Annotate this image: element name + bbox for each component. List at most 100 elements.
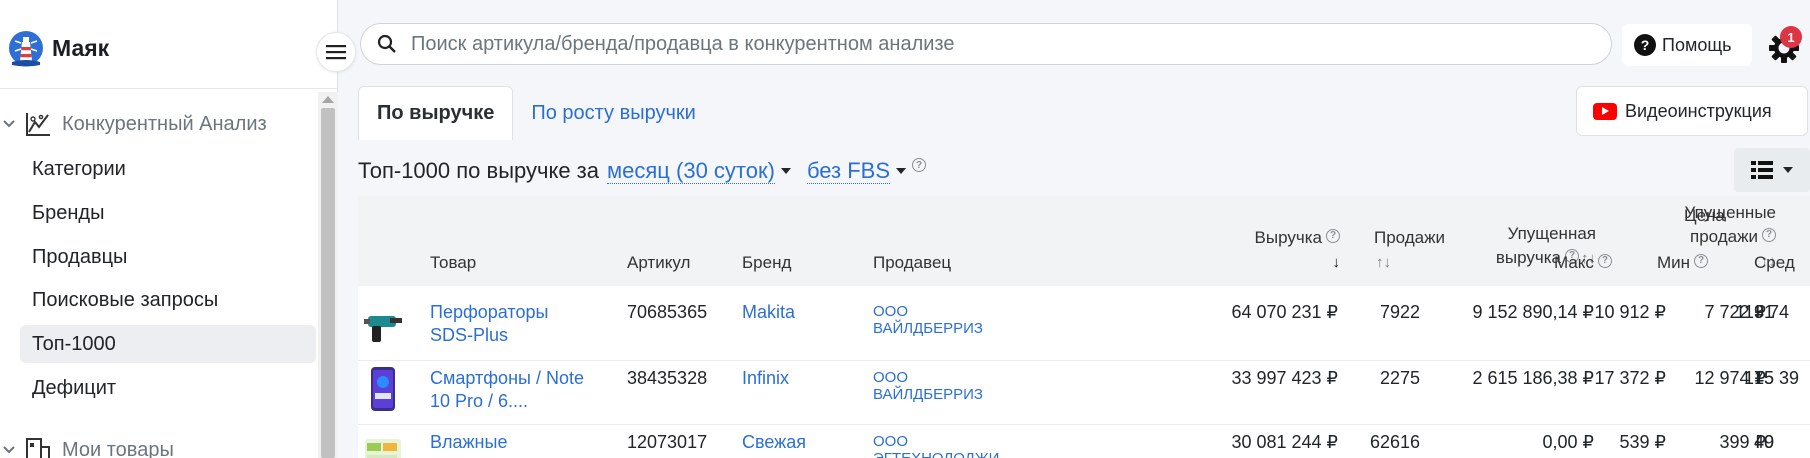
price-avg-cell: 9 74: [1754, 302, 1790, 322]
sidebar-item-top-1000[interactable]: Топ-1000: [20, 325, 316, 363]
brand-link[interactable]: Makita: [742, 301, 795, 324]
row-divider: [358, 360, 1810, 361]
tab-by-revenue[interactable]: По выручке: [358, 86, 514, 140]
question-icon[interactable]: ?: [1326, 229, 1340, 243]
box-icon: [24, 436, 52, 458]
column-header-price-max[interactable]: Макс?: [1554, 251, 1612, 275]
wet-wipes-product-image: [365, 439, 401, 458]
product-thumbnail[interactable]: [362, 303, 404, 349]
product-thumbnail[interactable]: [362, 430, 404, 458]
sidebar-item-sellers[interactable]: Продавцы: [20, 238, 316, 276]
sidebar-item-search-queries[interactable]: Поисковые запросы: [20, 281, 316, 319]
column-header-label: Мин: [1657, 253, 1691, 272]
column-header-product[interactable]: Товар: [430, 251, 476, 275]
product-name-line: 10 Pro / 6....: [430, 391, 529, 411]
column-header-brand[interactable]: Бренд: [742, 251, 791, 275]
view-toggle-button[interactable]: [1734, 148, 1810, 192]
brand-link[interactable]: Свежая: [742, 431, 806, 454]
question-icon[interactable]: ?: [912, 158, 927, 172]
drill-product-image: [364, 316, 402, 342]
page-title: Топ-1000 по выручке за месяц (30 суток) …: [358, 156, 927, 186]
column-header-seller[interactable]: Продавец: [873, 251, 951, 275]
chevron-down-icon: [2, 445, 18, 455]
youtube-icon: [1593, 102, 1617, 120]
sales-cell: 62616: [1369, 432, 1420, 452]
seller-link[interactable]: ООО ЭГТЕХНОЛОДЖИ: [873, 433, 999, 458]
price-avg-cell: 49: [1754, 432, 1775, 452]
scrollbar-thumb[interactable]: [321, 108, 335, 458]
fbs-dropdown[interactable]: без FBS: [806, 158, 891, 184]
price-min-cell: 12 974 ₽: [1694, 368, 1766, 388]
chevron-down-icon[interactable]: [780, 168, 791, 174]
brand[interactable]: Маяк: [8, 26, 109, 70]
sort-icon[interactable]: ↑↓: [1376, 251, 1391, 275]
column-header-price-avg[interactable]: Сред: [1754, 251, 1795, 275]
price-avg-cell: 15 39: [1754, 368, 1800, 388]
tab-by-revenue-growth[interactable]: По росту выручки: [513, 86, 713, 140]
column-header-label: продажи: [1690, 227, 1758, 246]
price-min-cell: 399 ₽: [1719, 432, 1767, 452]
product-link[interactable]: Влажные: [430, 431, 507, 454]
sidebar-item-brands[interactable]: Бренды: [20, 194, 316, 232]
top-products-table: Товар Артикул Бренд Продавец Выручка? ↓ …: [358, 196, 1810, 458]
article-cell: 12073017: [627, 432, 708, 452]
chevron-down-icon[interactable]: [896, 168, 907, 174]
seller-link[interactable]: ООО ВАЙЛДБЕРРИЗ: [873, 369, 983, 403]
price-max-cell: 539 ₽: [1619, 432, 1667, 452]
article-cell: 70685365: [627, 302, 708, 322]
sidebar-item-deficit[interactable]: Дефицит: [20, 369, 316, 407]
period-dropdown[interactable]: месяц (30 суток): [607, 158, 775, 184]
row-divider: [358, 424, 1810, 425]
sidebar-section-my-goods[interactable]: Мои товары: [0, 432, 316, 458]
brand-name: Маяк: [52, 34, 110, 61]
menu-toggle-button[interactable]: [316, 32, 356, 72]
product-link[interactable]: Смартфоны / Note 10 Pro / 6....: [430, 367, 584, 413]
scroll-up-arrow-icon[interactable]: [322, 96, 334, 103]
product-link[interactable]: Перфораторы SDS-Plus: [430, 301, 548, 347]
sort-desc-icon[interactable]: ↓: [1333, 251, 1341, 275]
column-group-price: Цена: [1684, 206, 1725, 225]
sales-cell: 7922: [1379, 302, 1420, 322]
sidebar-section-analysis[interactable]: Конкурентный Анализ: [0, 106, 316, 142]
search-icon: [377, 34, 396, 53]
help-button[interactable]: ? Помощь: [1622, 24, 1752, 66]
seller-link[interactable]: ООО ВАЙЛДБЕРРИЗ: [873, 303, 983, 337]
sidebar-scrollbar[interactable]: [318, 92, 338, 458]
column-header-label: Макс: [1554, 253, 1594, 272]
brand-link[interactable]: Infinix: [742, 367, 789, 390]
chevron-down-icon: [2, 119, 18, 129]
article-cell: 38435328: [627, 368, 708, 388]
product-name-line: SDS-Plus: [430, 325, 509, 345]
column-header-article[interactable]: Артикул: [627, 251, 690, 275]
seller-name-line: ООО: [873, 303, 909, 320]
question-icon[interactable]: ?: [1597, 254, 1612, 268]
question-icon[interactable]: ?: [1694, 254, 1709, 268]
search-bar: [360, 23, 1612, 65]
question-icon: ?: [1634, 34, 1656, 56]
sidebar: Маяк Конкурентный Анализ Категории Бренд…: [0, 0, 338, 458]
chevron-down-icon: [1783, 167, 1793, 173]
price-max-cell: 10 912 ₽: [1594, 302, 1666, 322]
column-header-label: выручка: [1495, 248, 1561, 267]
question-icon[interactable]: ?: [1762, 228, 1776, 242]
search-input[interactable]: [411, 32, 1561, 56]
product-thumbnail[interactable]: [362, 366, 404, 412]
column-header-revenue[interactable]: Выручка? ↓: [1038, 226, 1340, 275]
seller-name-line: ВАЙЛДБЕРРИЗ: [873, 320, 983, 337]
analytics-chart-icon: [24, 110, 52, 138]
sales-cell: 2275: [1379, 368, 1420, 388]
page-title-prefix: Топ-1000 по выручке за: [358, 158, 600, 183]
seller-name-line: ВАЙЛДБЕРРИЗ: [873, 386, 983, 403]
column-header-label: Выручка: [1254, 228, 1322, 247]
seller-name-line: ООО: [873, 369, 909, 386]
list-view-icon: [1751, 161, 1773, 179]
column-header-price-min[interactable]: Мин?: [1657, 251, 1709, 275]
seller-name-line: ООО: [873, 433, 909, 450]
sidebar-divider: [0, 88, 338, 89]
notification-badge: 1: [1780, 26, 1802, 48]
sidebar-item-categories[interactable]: Категории: [20, 150, 316, 188]
help-label: Помощь: [1662, 34, 1732, 55]
video-instruction-button[interactable]: Видеоинструкция: [1576, 86, 1808, 136]
smartphone-product-image: [371, 367, 395, 411]
product-name-line: Перфораторы: [430, 302, 549, 322]
